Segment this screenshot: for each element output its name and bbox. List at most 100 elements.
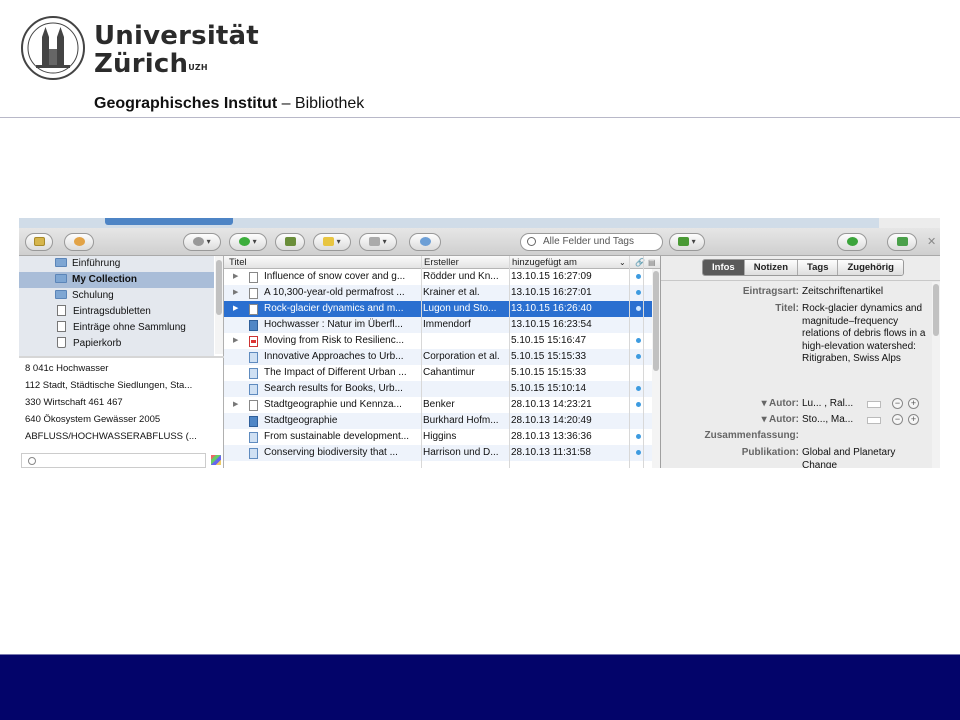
collection-scrollbar[interactable] <box>215 256 223 354</box>
table-row-selected[interactable]: ▶ Rock-glacier dynamics and m... Lugon und… <box>224 301 652 317</box>
new-item-button[interactable]: ▾ <box>229 233 267 251</box>
remove-author-icon[interactable]: − <box>892 414 903 425</box>
row-title: Hochwasser : Natur im Überfl... <box>264 319 403 330</box>
tab-notizen[interactable]: Notizen <box>744 260 799 275</box>
tag-item[interactable]: 8 041c Hochwasser <box>25 363 108 374</box>
column-picker-icon[interactable]: ▤ <box>648 256 656 269</box>
attachment-indicator-icon[interactable] <box>636 450 641 455</box>
book-icon <box>249 416 258 427</box>
title-field-value[interactable]: Rock-glacier dynamics and magnitude–freq… <box>802 303 932 366</box>
close-icon[interactable]: ✕ <box>927 235 936 248</box>
collection-item[interactable]: Einträge ohne Sammlung <box>55 320 186 336</box>
attachment-indicator-icon[interactable] <box>636 274 641 279</box>
new-note-button[interactable]: ▾ <box>313 233 351 251</box>
locate-button[interactable]: ▾ <box>669 233 705 251</box>
collection-tree: Einführung My Collection Schulung Eintra… <box>19 256 223 356</box>
new-collection-button[interactable] <box>25 233 53 251</box>
table-row[interactable]: ▶ Stadtgeographie und Kennza... Benker 28.1… <box>224 397 652 413</box>
collection-item[interactable]: Einführung <box>55 256 120 272</box>
author-mode-toggle[interactable] <box>867 417 881 424</box>
attachment-indicator-icon[interactable] <box>636 306 641 311</box>
table-row[interactable]: Stadtgeographie Burkhard Hofm... 28.10.13 … <box>224 413 652 429</box>
column-header-title[interactable]: Titel <box>229 256 247 269</box>
table-row[interactable]: ▶ A 10,300-year-old permafrost ... Krainer… <box>224 285 652 301</box>
sync-button[interactable] <box>837 233 867 251</box>
row-title: Innovative Approaches to Urb... <box>264 351 404 362</box>
author-field-label[interactable]: ▾ Autor: <box>762 414 799 427</box>
tag-item[interactable]: ABFLUSS/HOCHWASSERABFLUSS (... <box>25 431 197 442</box>
attachment-indicator-icon[interactable] <box>636 338 641 343</box>
attachment-indicator-icon[interactable] <box>636 354 641 359</box>
table-row[interactable]: Innovative Approaches to Urb... Corporati… <box>224 349 652 365</box>
sort-chevron-icon[interactable]: ⌄ <box>619 256 626 269</box>
add-author-icon[interactable]: + <box>908 414 919 425</box>
tag-item[interactable]: 640 Ökosystem Gewässer 2005 <box>25 414 160 425</box>
table-row[interactable]: From sustainable development... Higgins 28… <box>224 429 652 445</box>
tag-item[interactable]: 330 Wirtschaft 461 467 <box>25 397 123 408</box>
publication-field-value[interactable]: Global and Planetary Change <box>802 447 932 468</box>
row-title: Search results for Books, Urb... <box>264 383 403 394</box>
attachment-indicator-icon[interactable] <box>636 290 641 295</box>
expand-triangle-icon[interactable]: ▶ <box>233 301 238 317</box>
search-icon <box>28 457 36 465</box>
fullscreen-button[interactable] <box>887 233 917 251</box>
document-icon <box>249 400 258 411</box>
pane-splitter[interactable] <box>19 356 224 358</box>
expand-triangle-icon[interactable]: ▶ <box>233 269 238 285</box>
row-creator: Immendorf <box>423 319 471 330</box>
tab-infos[interactable]: Infos <box>703 260 745 275</box>
expand-triangle-icon[interactable]: ▶ <box>233 285 238 301</box>
header-divider <box>0 117 960 118</box>
item-pane-scrollbar[interactable] <box>932 282 940 468</box>
author-field-value[interactable]: Sto..., Ma... <box>802 414 862 427</box>
folder-icon <box>55 274 67 283</box>
collection-item-selected[interactable]: My Collection <box>55 272 137 288</box>
table-row[interactable]: ▶ Influence of snow cover and g... Rödder … <box>224 269 652 285</box>
items-scrollbar[interactable] <box>652 269 660 468</box>
attachment-indicator-icon[interactable] <box>636 386 641 391</box>
column-divider <box>421 256 422 468</box>
tag-item[interactable]: 112 Stadt, Städtische Siedlungen, Sta... <box>25 380 192 391</box>
expand-triangle-icon[interactable]: ▶ <box>233 397 238 413</box>
table-row[interactable]: Conserving biodiversity that ... Harrison… <box>224 445 652 461</box>
expand-triangle-icon[interactable]: ▶ <box>233 333 238 349</box>
row-creator: Rödder und Kn... <box>423 271 499 282</box>
search-field[interactable]: Alle Felder und Tags <box>520 233 663 251</box>
abstract-field-label: Zusammenfassung: <box>704 430 799 441</box>
author-mode-toggle[interactable] <box>867 401 881 408</box>
row-title: From sustainable development... <box>264 431 410 442</box>
add-by-identifier-button[interactable] <box>275 233 305 251</box>
scrollbar-thumb[interactable] <box>216 260 222 315</box>
row-title: Influence of snow cover and g... <box>264 271 406 282</box>
lookup-button[interactable] <box>409 233 441 251</box>
collection-item[interactable]: Eintragsdubletten <box>55 304 151 320</box>
attachment-indicator-icon[interactable] <box>636 434 641 439</box>
row-creator: Krainer et al. <box>423 287 480 298</box>
table-row[interactable]: ▶ Moving from Risk to Resilienc... 5.10.15… <box>224 333 652 349</box>
new-group-button[interactable] <box>64 233 94 251</box>
author-field-label[interactable]: ▾ Autor: <box>762 398 799 411</box>
add-author-icon[interactable]: + <box>908 398 919 409</box>
table-row[interactable]: The Impact of Different Urban ... Cahanti… <box>224 365 652 381</box>
column-header-creator[interactable]: Ersteller <box>424 256 459 269</box>
actions-gear-button[interactable]: ▾ <box>183 233 221 251</box>
attachment-indicator-icon[interactable] <box>636 402 641 407</box>
collection-item[interactable]: Schulung <box>55 288 114 304</box>
tag-filter-input[interactable] <box>21 453 206 468</box>
remove-author-icon[interactable]: − <box>892 398 903 409</box>
trash-icon <box>57 337 66 348</box>
tab-tags[interactable]: Tags <box>798 260 839 275</box>
item-type-value[interactable]: Zeitschriftenartikel <box>802 286 932 299</box>
collection-item[interactable]: Papierkorb <box>55 336 121 352</box>
table-row[interactable]: Search results for Books, Urb... 5.10.15 … <box>224 381 652 397</box>
column-header-added[interactable]: hinzugefügt am <box>512 256 577 269</box>
institute-subtitle: – Bibliothek <box>277 95 365 112</box>
attachment-button[interactable]: ▾ <box>359 233 397 251</box>
table-row[interactable]: Hochwasser : Natur im Überfl... Immendorf… <box>224 317 652 333</box>
scrollbar-thumb[interactable] <box>653 271 659 371</box>
tab-zugehoerig[interactable]: Zugehörig <box>838 260 903 275</box>
document-icon <box>249 304 258 315</box>
author-field-value[interactable]: Lu... , Ral... <box>802 398 862 411</box>
tag-selector-actions-icon[interactable] <box>211 455 221 465</box>
scrollbar-thumb[interactable] <box>933 284 939 336</box>
